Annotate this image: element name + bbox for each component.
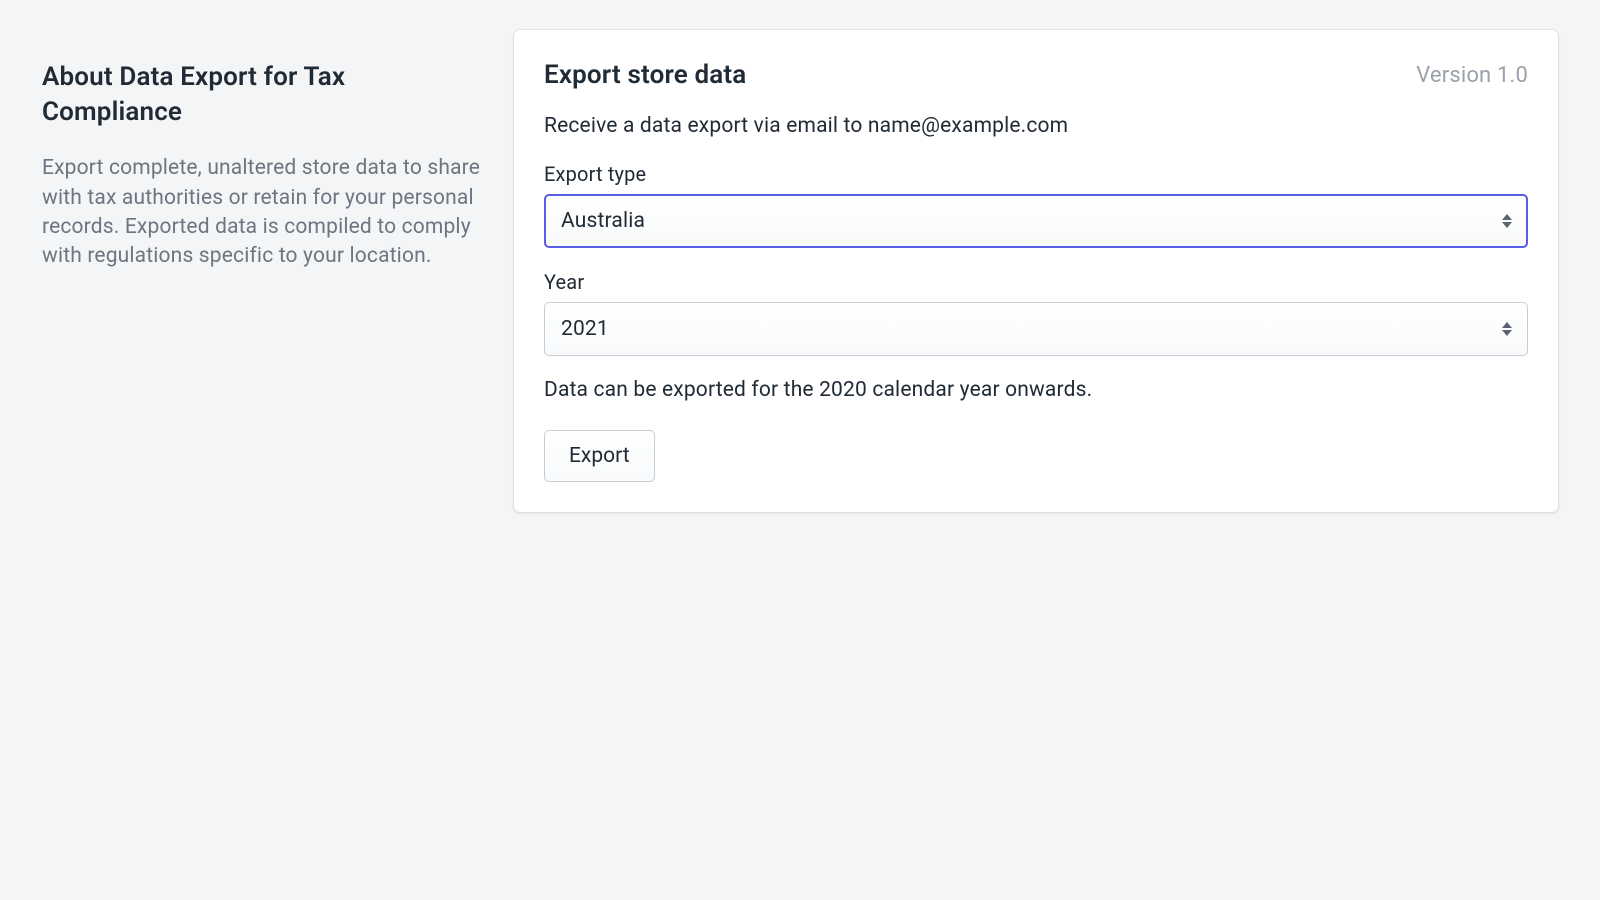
- year-select[interactable]: 2021: [544, 302, 1528, 356]
- card-description: Receive a data export via email to name@…: [544, 114, 1528, 138]
- year-helper-text: Data can be exported for the 2020 calend…: [544, 378, 1528, 402]
- about-heading: About Data Export for Tax Compliance: [42, 60, 484, 130]
- export-card: Export store data Version 1.0 Receive a …: [514, 30, 1558, 512]
- card-title: Export store data: [544, 60, 746, 90]
- version-label: Version 1.0: [1416, 63, 1528, 88]
- export-type-select[interactable]: Australia: [544, 194, 1528, 248]
- export-type-label: Export type: [544, 162, 1528, 186]
- export-button[interactable]: Export: [544, 430, 655, 482]
- export-button-label: Export: [569, 444, 630, 468]
- about-description: Export complete, unaltered store data to…: [42, 154, 484, 272]
- export-type-value: Australia: [561, 209, 645, 233]
- year-label: Year: [544, 270, 1528, 294]
- year-value: 2021: [561, 317, 609, 341]
- about-sidebar: About Data Export for Tax Compliance Exp…: [42, 30, 484, 512]
